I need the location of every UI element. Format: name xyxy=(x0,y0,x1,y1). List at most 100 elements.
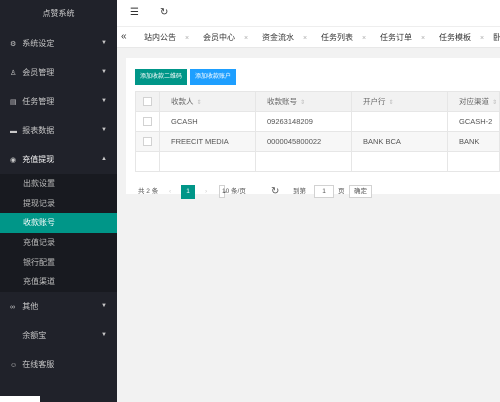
cell-channel: BANK xyxy=(447,131,500,152)
app-title: 点赞系统 xyxy=(0,0,117,28)
support-icon: ☺ xyxy=(10,362,18,370)
sidebar-item-online-support[interactable]: ☺ 在线客服 xyxy=(0,350,117,379)
cell-bank xyxy=(351,111,448,132)
sidebar-item-report-data[interactable]: ▬ 报表数据 ▼ xyxy=(0,116,117,145)
close-icon[interactable]: × xyxy=(244,35,248,42)
task-icon: ▤ xyxy=(10,99,17,106)
add-qrcode-button[interactable]: 添加收款二维码 xyxy=(135,69,188,85)
gear-icon: ⚙ xyxy=(10,41,17,48)
caret-up-icon: ▲ xyxy=(101,156,107,162)
tab-label: 站内公告 xyxy=(144,33,176,42)
sidebar-submenu: 出款设置 提现记录 收款账号 充值记录 银行配置 充值渠道 xyxy=(0,174,117,293)
cell-account-number: 0000045800022 xyxy=(255,131,352,152)
money-icon: ◉ xyxy=(10,157,17,164)
content-card: 添加收款二维码 添加收款账户 收款人 ⇕ 收款账号 ⇕ 开户行 ⇕ 对应渠道 ⇕ GCA… xyxy=(126,58,500,199)
pager-per-page-select[interactable]: 10 条/页 ⌄ xyxy=(219,185,246,198)
sidebar-item-label: 报表数据 xyxy=(22,126,55,135)
table-empty-row xyxy=(135,151,500,172)
sort-icon[interactable]: ⇕ xyxy=(492,100,497,106)
sidebar-subitem-recharge-channels[interactable]: 充值渠道 xyxy=(0,272,117,292)
tabs-scroll-left-icon[interactable]: « xyxy=(121,31,127,42)
tab-member-center[interactable]: 会员中心 × xyxy=(203,27,248,47)
sidebar-item-label: 在线客服 xyxy=(22,360,55,370)
caret-down-icon: ▼ xyxy=(101,40,107,46)
cell-payee: FREECIT MEDIA xyxy=(159,131,256,152)
tabs-overflow-icon[interactable]: 卧 xyxy=(493,27,500,47)
close-icon[interactable]: × xyxy=(421,35,425,42)
link-icon: ∞ xyxy=(10,304,15,312)
sidebar-subitem-recharge-records[interactable]: 充值记录 xyxy=(0,233,117,253)
menu-toggle-icon[interactable]: ☰ xyxy=(130,7,139,18)
checkbox[interactable] xyxy=(143,97,152,107)
tab-label: 任务列表 xyxy=(321,33,353,42)
pager-prev-button[interactable]: ‹ xyxy=(169,184,171,200)
sidebar-item-label: 其他 xyxy=(22,302,39,312)
sidebar-item-recharge-withdraw[interactable]: ◉ 充值提现 ▲ xyxy=(0,145,117,174)
top-header: ☰ ↻ xyxy=(117,0,500,27)
caret-down-icon: ▼ xyxy=(101,69,107,75)
tab-label: 任务模板 xyxy=(439,33,471,42)
column-header-channel[interactable]: 对应渠道 ⇕ xyxy=(447,91,500,112)
sidebar-subitem-receiving-accounts[interactable]: 收款账号 xyxy=(0,213,117,234)
accounts-table: 收款人 ⇕ 收款账号 ⇕ 开户行 ⇕ 对应渠道 ⇕ GCASH 09263148209 … xyxy=(135,91,500,172)
pager-total: 共 2 条 xyxy=(138,188,159,195)
caret-down-icon: ▼ xyxy=(101,332,107,339)
tab-site-notice[interactable]: 站内公告 × xyxy=(144,27,189,47)
pager-next-button[interactable]: › xyxy=(205,184,207,200)
cell-channel: GCASH-2 xyxy=(447,111,500,132)
row-checkbox[interactable] xyxy=(135,111,160,132)
column-header-account-number[interactable]: 收款账号 ⇕ xyxy=(255,91,352,112)
sidebar-item-system-settings[interactable]: ⚙ 系统设定 ▼ xyxy=(0,29,117,58)
pager-current-page[interactable]: 1 xyxy=(181,185,195,199)
chart-icon: ▬ xyxy=(10,128,17,135)
sidebar-item-member-management[interactable]: ♙ 会员管理 ▼ xyxy=(0,58,117,87)
pager-page-input[interactable]: 1 xyxy=(314,185,334,198)
cell-account-number: 09263148209 xyxy=(255,111,352,132)
add-account-button[interactable]: 添加收款账户 xyxy=(190,69,237,85)
cell-bank: BANK BCA xyxy=(351,131,448,152)
sidebar-item-yuebao[interactable]: 余额宝 ▼ xyxy=(0,321,117,350)
pager-page-unit: 页 xyxy=(338,188,345,195)
select-all-checkbox[interactable] xyxy=(135,91,160,112)
row-checkbox[interactable] xyxy=(135,131,160,152)
tab-label: 任务订单 xyxy=(380,33,412,42)
user-icon: ♙ xyxy=(10,70,17,77)
table-header-row: 收款人 ⇕ 收款账号 ⇕ 开户行 ⇕ 对应渠道 ⇕ xyxy=(135,91,500,112)
table-row[interactable]: FREECIT MEDIA 0000045800022 BANK BCA BAN… xyxy=(135,131,500,152)
sidebar-item-other[interactable]: ∞ 其他 ▼ xyxy=(0,292,117,321)
cell-payee: GCASH xyxy=(159,111,256,132)
caret-down-icon: ▼ xyxy=(101,127,107,133)
close-icon[interactable]: × xyxy=(303,35,307,42)
chevron-down-icon: ⌄ xyxy=(222,188,228,195)
tab-task-orders[interactable]: 任务订单 × xyxy=(380,27,425,47)
close-icon[interactable]: × xyxy=(185,35,189,42)
sidebar-item-task-management[interactable]: ▤ 任务管理 ▼ xyxy=(0,87,117,116)
sidebar-item-label: 会员管理 xyxy=(22,68,55,77)
sidebar-subitem-withdraw-records[interactable]: 提现记录 xyxy=(0,194,117,214)
sort-icon[interactable]: ⇕ xyxy=(389,100,394,106)
refresh-icon[interactable]: ↻ xyxy=(160,7,168,18)
sort-icon[interactable]: ⇕ xyxy=(197,100,202,106)
footer-strip xyxy=(0,396,40,402)
close-icon[interactable]: × xyxy=(362,35,366,42)
sidebar-subitem-bank-config[interactable]: 银行配置 xyxy=(0,253,117,273)
tab-label: 会员中心 xyxy=(203,33,235,42)
column-header-payee[interactable]: 收款人 ⇕ xyxy=(159,91,256,112)
sidebar: 点赞系统 ⚙ 系统设定 ▼ ♙ 会员管理 ▼ ▤ 任务管理 ▼ ▬ 报表数据 ▼… xyxy=(0,0,117,402)
caret-down-icon: ▼ xyxy=(101,98,107,104)
sidebar-item-label: 系统设定 xyxy=(22,39,55,48)
tab-task-list[interactable]: 任务列表 × xyxy=(321,27,366,47)
sidebar-subitem-payout-settings[interactable]: 出款设置 xyxy=(0,174,117,194)
table-row[interactable]: GCASH 09263148209 GCASH-2 xyxy=(135,111,500,132)
tab-fund-flow[interactable]: 资金流水 × xyxy=(262,27,307,47)
pager-refresh-icon[interactable]: ↻ xyxy=(271,184,279,200)
checkbox[interactable] xyxy=(143,137,152,147)
pager-confirm-button[interactable]: 确定 xyxy=(349,185,372,198)
close-icon[interactable]: × xyxy=(480,35,484,42)
column-header-bank[interactable]: 开户行 ⇕ xyxy=(351,91,448,112)
checkbox[interactable] xyxy=(143,117,152,127)
tab-task-templates[interactable]: 任务模板 × xyxy=(439,27,484,47)
tab-bar: « 站内公告 × 会员中心 × 资金流水 × 任务列表 × 任务订单 × 任务模板 × 卧 xyxy=(117,27,500,48)
sidebar-item-label: 余额宝 xyxy=(22,331,47,341)
sort-icon[interactable]: ⇕ xyxy=(300,100,305,106)
